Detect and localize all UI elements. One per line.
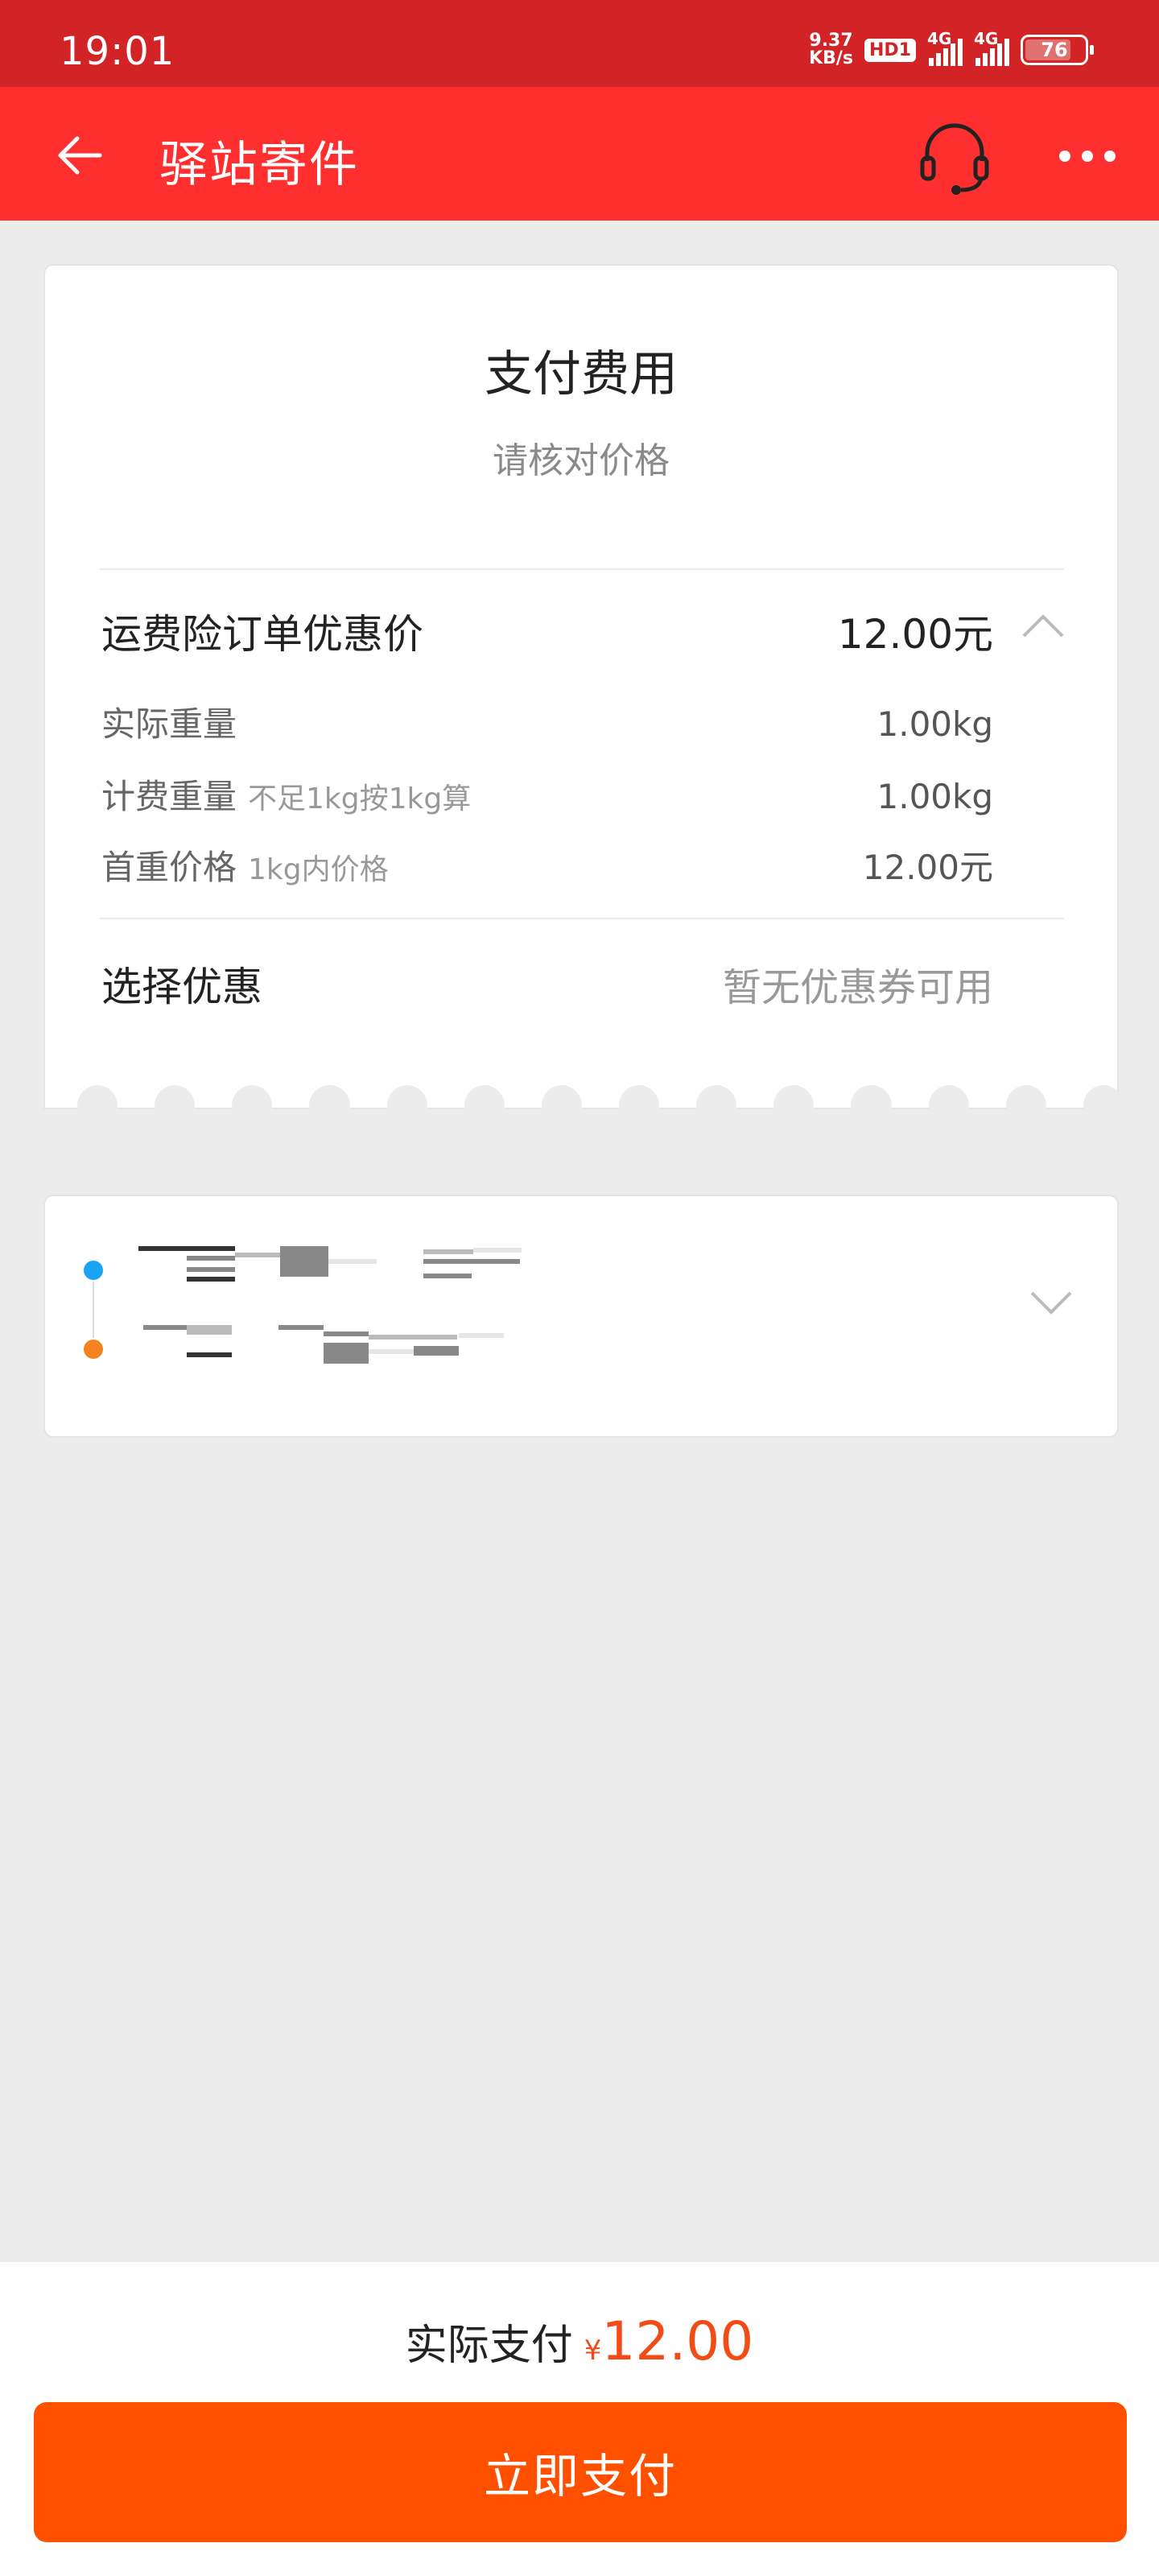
network-speed: 9.37 KB/s: [809, 31, 854, 68]
divider: [100, 918, 1064, 919]
status-icons: 9.37 KB/s HD1 4G 4G 76: [809, 29, 1094, 68]
status-time: 19:01: [60, 29, 175, 74]
chevron-down-icon[interactable]: [1027, 1286, 1075, 1319]
sender-dot: [84, 1261, 103, 1280]
detail-row: 实际重量 1.00kg: [101, 704, 993, 744]
fee-subtitle: 请核对价格: [493, 440, 670, 481]
signal-icon-2: 4G: [974, 29, 1009, 66]
pay-total-label: 实际支付: [405, 2322, 573, 2370]
coupon-label: 选择优惠: [101, 964, 262, 1010]
route-line: [93, 1282, 94, 1338]
bottom-pay-bar: 实际支付 ¥12.00 立即支付: [0, 2262, 1159, 2576]
chevron-up-icon[interactable]: [1019, 609, 1067, 641]
pay-total-amount: 12.00: [601, 2310, 754, 2372]
navbar: 驿站寄件: [0, 87, 1159, 221]
battery-icon: 76: [1021, 35, 1094, 65]
more-dots-icon[interactable]: [1059, 132, 1124, 180]
price-summary-row[interactable]: 运费险订单优惠价 12.00元: [101, 602, 993, 660]
page-title: 驿站寄件: [159, 137, 359, 193]
pay-now-button[interactable]: 立即支付: [34, 2402, 1127, 2542]
coupon-value: 暂无优惠券可用: [722, 965, 993, 1010]
ticket-edge: [77, 1085, 1124, 1127]
price-summary-label: 运费险订单优惠价: [101, 611, 423, 658]
divider: [100, 568, 1064, 570]
arrow-left-icon[interactable]: [52, 127, 108, 184]
pay-total: 实际支付 ¥12.00: [0, 2310, 1159, 2372]
price-summary-value: 12.00元: [837, 611, 993, 658]
fee-card: 支付费用 请核对价格 运费险订单优惠价 12.00元 实际重量 1.00kg 计…: [43, 264, 1124, 1127]
status-bar: 19:01 9.37 KB/s HD1 4G 4G 76: [0, 0, 1159, 87]
detail-row: 计费重量 不足1kg按1kg算 1.00kg: [101, 777, 993, 816]
address-card[interactable]: [43, 1195, 1119, 1438]
headset-icon[interactable]: [914, 116, 995, 196]
coupon-row[interactable]: 选择优惠 暂无优惠券可用: [101, 955, 993, 1013]
detail-row: 首重价格 1kg内价格 12.00元: [101, 848, 993, 887]
hd-badge: HD1: [864, 38, 916, 62]
currency-symbol: ¥: [584, 2334, 602, 2367]
signal-icon: 4G: [927, 29, 963, 66]
fee-title: 支付费用: [485, 346, 678, 402]
receiver-dot: [84, 1340, 103, 1359]
